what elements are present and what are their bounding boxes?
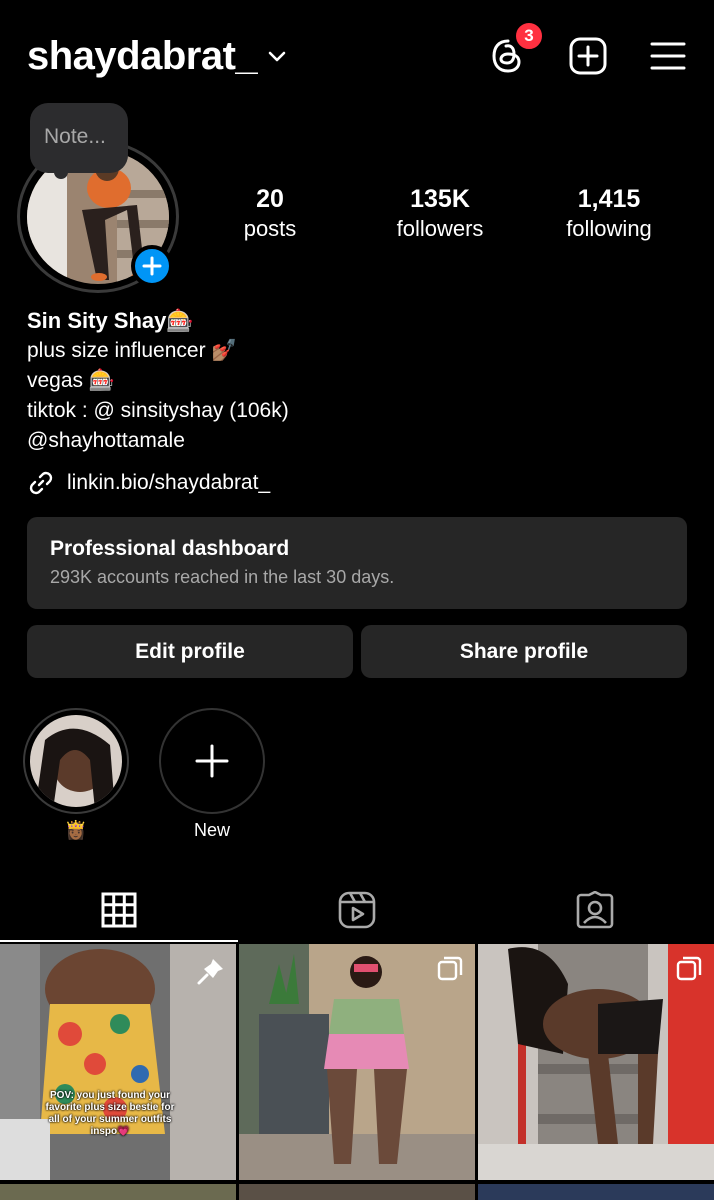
- profile-tabs: [0, 878, 714, 944]
- stat-label: posts: [243, 216, 297, 241]
- note-bubble[interactable]: Note...: [30, 103, 128, 173]
- post-thumbnail[interactable]: [478, 944, 714, 1180]
- dashboard-subtitle: 293K accounts reached in the last 30 day…: [50, 567, 395, 587]
- bio-link-text[interactable]: linkin.bio/shaydabrat_: [67, 471, 270, 495]
- create-post-icon[interactable]: [568, 36, 608, 76]
- story-highlight[interactable]: [23, 708, 129, 814]
- bio-line: plus size influencer 💅🏽: [27, 339, 238, 362]
- post-thumbnail[interactable]: [239, 944, 475, 1180]
- highlight-label: New: [193, 820, 230, 840]
- carousel-icon: [676, 956, 702, 981]
- highlight-cover: [30, 715, 122, 807]
- active-tab-indicator: [0, 940, 238, 942]
- stat-label: following: [566, 216, 652, 241]
- plus-icon: [195, 744, 229, 778]
- new-highlight-button[interactable]: [159, 708, 265, 814]
- stat-following[interactable]: 1,415 following: [534, 185, 684, 242]
- tab-reels[interactable]: [238, 878, 476, 942]
- reels-icon: [338, 891, 376, 929]
- dashboard-title: Professional dashboard: [50, 537, 290, 560]
- notification-badge: 3: [514, 21, 544, 51]
- account-username[interactable]: shaydabrat_: [27, 34, 258, 79]
- stat-posts[interactable]: 20 posts: [195, 185, 345, 242]
- carousel-icon: [437, 956, 463, 981]
- post-thumbnail[interactable]: [239, 1184, 475, 1200]
- post-caption: POV: you just found your favorite plus s…: [45, 1090, 175, 1137]
- display-name: Sin Sity Shay🎰: [27, 308, 194, 333]
- highlight-label: 👸🏾: [64, 820, 88, 840]
- tab-posts-grid[interactable]: [0, 878, 238, 942]
- tagged-icon: [576, 891, 614, 929]
- stat-value: 135K: [410, 185, 470, 213]
- bio-mention[interactable]: @shayhottamale: [27, 426, 687, 456]
- plus-icon: [142, 256, 162, 276]
- post-thumbnail[interactable]: POV: you just found your favorite plus s…: [0, 944, 236, 1180]
- top-bar: shaydabrat_ 3: [0, 0, 714, 110]
- stat-label: followers: [396, 216, 484, 241]
- professional-dashboard[interactable]: Professional dashboard 293K accounts rea…: [27, 517, 687, 609]
- post-thumbnail[interactable]: [0, 1184, 236, 1200]
- grid-icon: [101, 892, 137, 928]
- stat-value: 1,415: [577, 185, 641, 213]
- tab-tagged[interactable]: [476, 878, 714, 942]
- menu-icon[interactable]: [648, 36, 688, 76]
- edit-profile-button[interactable]: Edit profile: [27, 625, 353, 678]
- add-story-button[interactable]: [131, 245, 173, 287]
- pin-icon: [197, 959, 223, 985]
- bio-link[interactable]: linkin.bio/shaydabrat_: [27, 468, 270, 498]
- post-thumbnail[interactable]: [478, 1184, 714, 1200]
- posts-grid: POV: you just found your favorite plus s…: [0, 944, 714, 1200]
- share-profile-button[interactable]: Share profile: [361, 625, 687, 678]
- bio-line: tiktok : @ sinsityshay (106k): [27, 399, 289, 422]
- bio-line: vegas 🎰: [27, 369, 116, 392]
- stat-followers[interactable]: 135K followers: [365, 185, 515, 242]
- bio: Sin Sity Shay🎰 plus size influencer 💅🏽 v…: [27, 306, 687, 456]
- stat-value: 20: [256, 185, 284, 213]
- link-icon: [29, 471, 53, 495]
- chevron-down-icon[interactable]: [266, 46, 288, 68]
